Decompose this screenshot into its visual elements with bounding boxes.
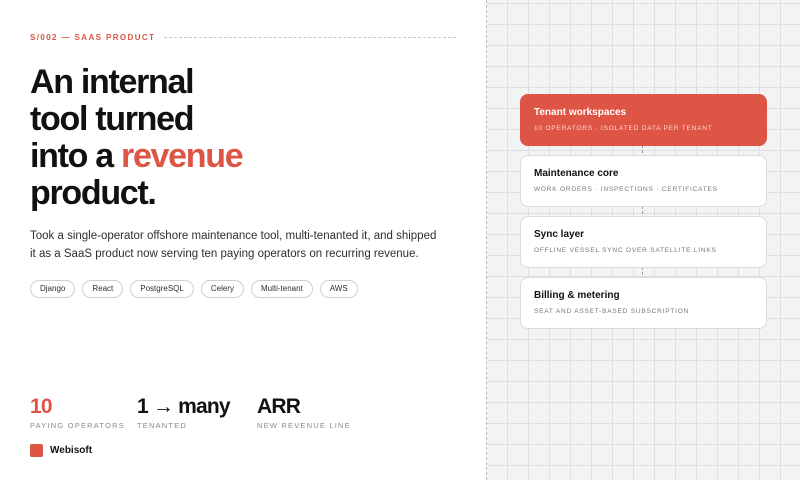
- eyebrow-rule: [164, 37, 456, 38]
- stat-value: 1 → many: [137, 395, 231, 418]
- case-study-panel: S/002 — SAAS PRODUCT An internal tool tu…: [0, 0, 487, 480]
- headline-line-3-prefix: into a: [30, 137, 122, 175]
- eyebrow: S/002 — SAAS PRODUCT: [30, 33, 456, 42]
- tag-postgresql: PostgreSQL: [130, 280, 194, 298]
- headline: An internal tool turned into a revenue p…: [30, 64, 450, 212]
- layer-title: Tenant workspaces: [534, 107, 627, 118]
- stat-tenanted: 1 → many TENANTED: [137, 395, 234, 430]
- brand-logo-icon: [30, 444, 43, 457]
- stat-value: ARR: [257, 395, 301, 418]
- headline-accent-word: revenue: [121, 137, 244, 175]
- layer-subtitle: OFFLINE VESSEL SYNC OVER SATELLITE LINKS: [534, 247, 717, 254]
- layer-card-sync-layer: Sync layer OFFLINE VESSEL SYNC OVER SATE…: [520, 216, 767, 268]
- stat-label: TENANTED: [137, 421, 188, 430]
- layer-title: Sync layer: [534, 229, 585, 240]
- layer-subtitle: 10 OPERATORS · ISOLATED DATA PER TENANT: [534, 125, 713, 132]
- tag-celery: Celery: [200, 280, 244, 298]
- tag-react: React: [82, 280, 124, 298]
- stats: 10 PAYING OPERATORS 1 → many TENANTED AR…: [30, 395, 374, 430]
- headline-line-1: An internal: [30, 63, 195, 101]
- layer-subtitle: WORK ORDERS · INSPECTIONS · CERTIFICATES: [534, 186, 718, 193]
- tag-multi-tenant: Multi-tenant: [250, 280, 313, 298]
- tag-django: Django: [30, 280, 76, 298]
- stat-arr: ARR NEW REVENUE LINE: [257, 395, 351, 430]
- headline-line-2: tool turned: [30, 100, 195, 138]
- stat-label: NEW REVENUE LINE: [257, 421, 351, 430]
- layer-card-billing-metering: Billing & metering SEAT AND ASSET-BASED …: [520, 277, 767, 329]
- layer-card-maintenance-core: Maintenance core WORK ORDERS · INSPECTIO…: [520, 155, 767, 207]
- layer-title: Maintenance core: [534, 168, 619, 179]
- layer-card-tenant-workspaces: Tenant workspaces 10 OPERATORS · ISOLATE…: [520, 94, 767, 146]
- eyebrow-label: S/002 — SAAS PRODUCT: [30, 33, 156, 42]
- headline-line-4: product.: [30, 174, 157, 212]
- brand: Webisoft: [30, 444, 92, 457]
- brand-name: Webisoft: [50, 445, 93, 456]
- tech-tags: Django React PostgreSQL Celery Multi-ten…: [30, 280, 358, 298]
- stat-paying-operators: 10 PAYING OPERATORS: [30, 395, 125, 430]
- description: Took a single-operator offshore maintena…: [30, 230, 437, 260]
- tag-aws: AWS: [319, 280, 358, 298]
- stat-value: 10: [30, 395, 53, 418]
- layer-title: Billing & metering: [534, 290, 620, 301]
- stat-label: PAYING OPERATORS: [30, 421, 125, 430]
- layer-subtitle: SEAT AND ASSET-BASED SUBSCRIPTION: [534, 308, 690, 315]
